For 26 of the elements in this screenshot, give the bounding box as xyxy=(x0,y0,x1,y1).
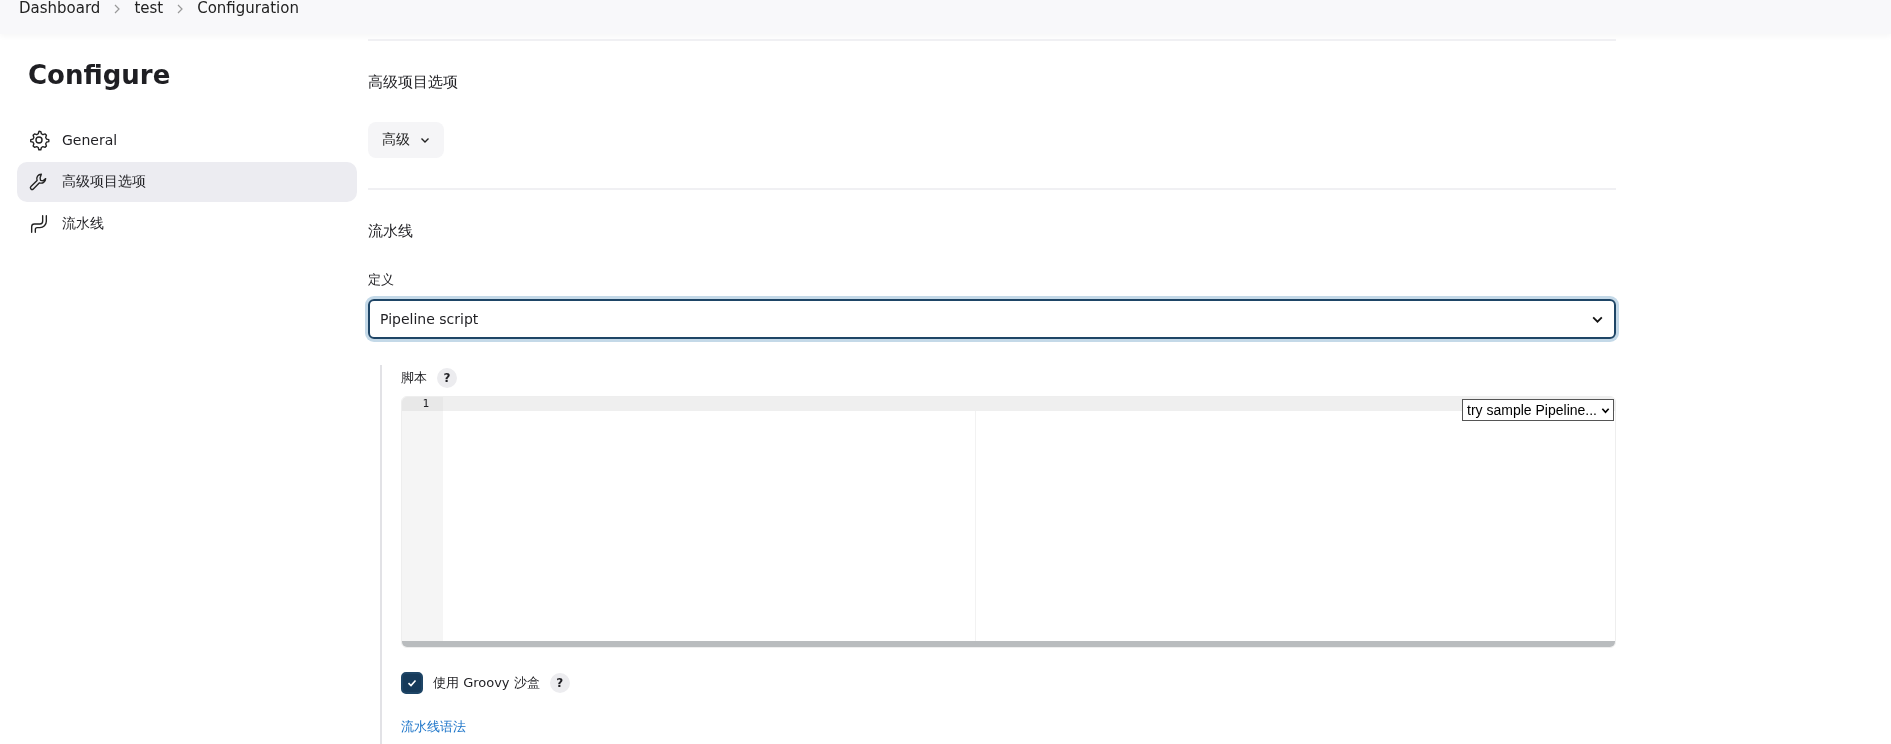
code-editor[interactable]: 1 try sample Pipeline... xyxy=(401,396,1616,648)
field-label: 定义 xyxy=(368,271,395,289)
scrollbar[interactable] xyxy=(402,641,1615,647)
sidebar-item[interactable]: 流水线 xyxy=(17,204,357,244)
check-icon xyxy=(406,677,418,689)
breadcrumb-link[interactable]: Configuration xyxy=(197,0,299,16)
sidebar-item[interactable]: 高级项目选项 xyxy=(17,162,357,202)
field-label: 脚本 xyxy=(401,369,427,387)
section-heading: 高级项目选项 xyxy=(368,73,459,92)
page-title: Configure xyxy=(28,60,172,90)
definition-select[interactable]: Pipeline script xyxy=(368,299,1616,339)
checkbox-label: 使用 Groovy 沙盒 xyxy=(433,674,540,692)
checkbox[interactable] xyxy=(401,672,423,694)
pipeline-syntax-link[interactable]: 流水线语法 xyxy=(401,718,466,736)
help-button[interactable]: ? xyxy=(437,368,457,388)
help-button[interactable]: ? xyxy=(549,673,570,693)
sidebar-item[interactable]: General xyxy=(17,120,357,160)
gear-icon xyxy=(28,129,50,151)
breadcrumb-link[interactable]: Dashboard xyxy=(19,0,101,16)
section-heading: 流水线 xyxy=(368,222,414,241)
chevron-down-icon xyxy=(420,135,430,145)
sample-select[interactable]: try sample Pipeline... xyxy=(1462,399,1614,421)
pipe-icon xyxy=(28,213,50,235)
breadcrumb-link[interactable]: test xyxy=(134,0,164,16)
line-number: 1 xyxy=(402,397,443,411)
advanced-button[interactable]: 高级 xyxy=(368,122,444,158)
